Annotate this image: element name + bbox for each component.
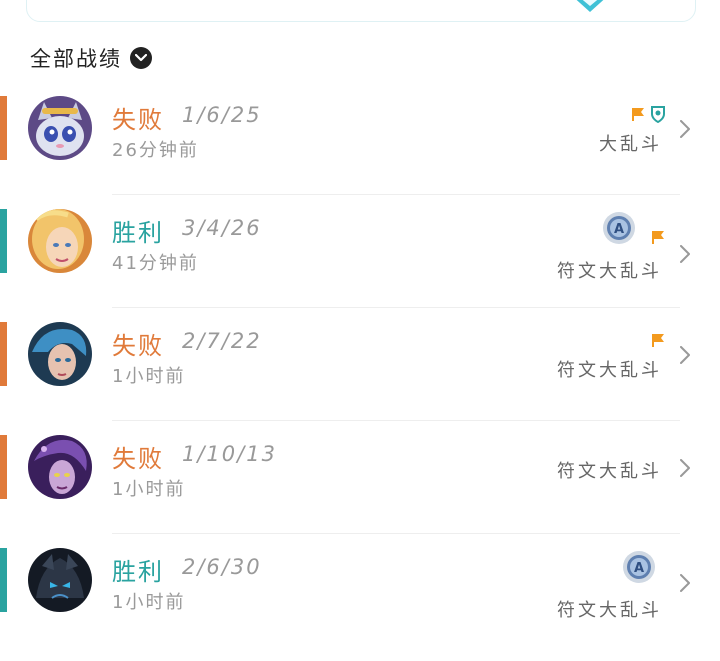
- flag-icon: [632, 108, 644, 121]
- chevron-right-icon[interactable]: [680, 245, 690, 263]
- champion-avatar: [28, 548, 92, 612]
- result-accent-bar: [0, 322, 7, 386]
- divider: [112, 420, 680, 421]
- match-row[interactable]: 胜利 3/4/26 41分钟前 A 符文大乱斗: [0, 209, 720, 322]
- match-time: 26分钟前: [112, 140, 199, 161]
- result-accent-bar: [0, 435, 7, 499]
- game-mode: 大乱斗: [599, 134, 662, 155]
- match-row[interactable]: 失败 1/6/25 26分钟前 大乱斗: [0, 96, 720, 209]
- chevron-right-icon[interactable]: [680, 346, 690, 364]
- champion-avatar: [28, 322, 92, 386]
- chevron-right-icon[interactable]: [680, 120, 690, 138]
- divider: [112, 194, 680, 195]
- game-mode: 符文大乱斗: [557, 360, 662, 381]
- divider: [112, 533, 680, 534]
- chevron-right-icon[interactable]: [680, 459, 690, 477]
- a-medal-icon: A: [603, 212, 635, 244]
- match-kda: 1/10/13: [182, 442, 277, 466]
- match-result: 胜利: [112, 558, 164, 586]
- match-time: 1小时前: [112, 479, 186, 500]
- flag-icon: [652, 334, 664, 347]
- chevron-right-icon[interactable]: [680, 574, 690, 592]
- match-result: 失败: [112, 445, 164, 473]
- champion-avatar: [28, 209, 92, 273]
- champion-avatar: [28, 435, 92, 499]
- svg-text:A: A: [634, 561, 644, 576]
- champion-avatar: [28, 96, 92, 160]
- match-list: 失败 1/6/25 26分钟前 大乱斗 胜利 3/4/26 41分钟前 A 符文…: [0, 96, 720, 661]
- flag-icon: [652, 231, 664, 244]
- section-header[interactable]: 全部战绩: [30, 44, 152, 72]
- result-accent-bar: [0, 209, 7, 273]
- match-time: 41分钟前: [112, 253, 199, 274]
- match-result: 胜利: [112, 219, 164, 247]
- result-accent-bar: [0, 548, 7, 612]
- match-kda: 2/6/30: [182, 555, 262, 579]
- game-mode: 符文大乱斗: [557, 461, 662, 482]
- divider: [112, 307, 680, 308]
- match-result: 失败: [112, 332, 164, 360]
- svg-text:A: A: [614, 222, 624, 237]
- rank-badge-icon: [576, 0, 604, 12]
- game-mode: 符文大乱斗: [557, 600, 662, 621]
- shield-icon: [651, 106, 665, 123]
- a-medal-icon: A: [623, 551, 655, 583]
- chevron-down-icon[interactable]: [130, 47, 152, 69]
- match-kda: 1/6/25: [182, 103, 262, 127]
- match-kda: 2/7/22: [182, 329, 262, 353]
- section-title: 全部战绩: [30, 47, 122, 71]
- match-row[interactable]: 失败 2/7/22 1小时前 符文大乱斗: [0, 322, 720, 435]
- match-time: 1小时前: [112, 592, 186, 613]
- match-row[interactable]: 失败 1/10/13 1小时前 符文大乱斗: [0, 435, 720, 548]
- match-time: 1小时前: [112, 366, 186, 387]
- result-accent-bar: [0, 96, 7, 160]
- match-kda: 3/4/26: [182, 216, 262, 240]
- game-mode: 符文大乱斗: [557, 261, 662, 282]
- match-row[interactable]: 胜利 2/6/30 1小时前 A 符文大乱斗: [0, 548, 720, 661]
- match-result: 失败: [112, 106, 164, 134]
